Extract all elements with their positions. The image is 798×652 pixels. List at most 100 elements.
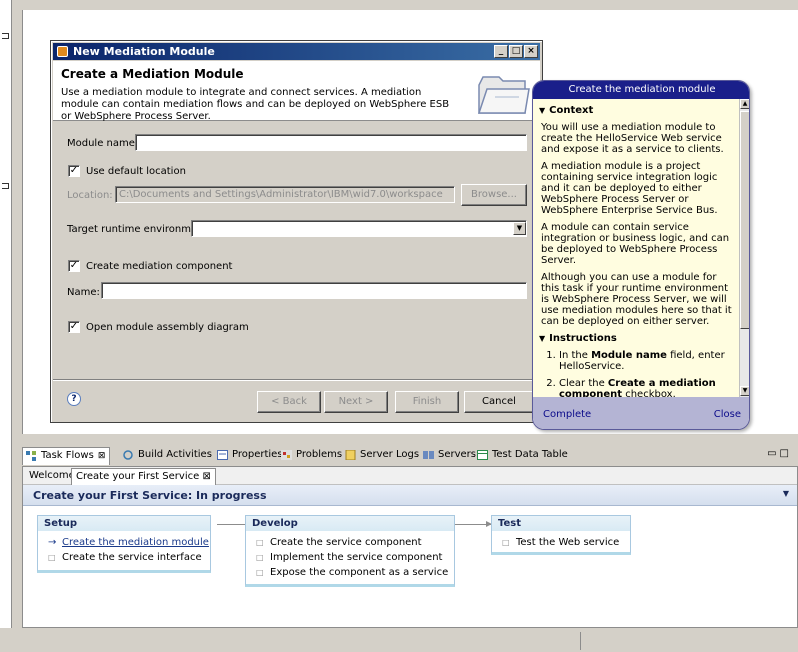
bullet-icon: □ [256,553,264,562]
tab-problems[interactable]: Problems [278,447,346,465]
open-assembly-diagram-checkbox[interactable]: ✓ [68,321,80,333]
problems-icon [281,450,292,460]
cheat-sheet-popup: Create the mediation module ▼ Context You… [532,80,750,430]
context-section-header[interactable]: ▼ Context [539,105,733,116]
servers-icon [423,451,434,459]
open-assembly-diagram-label: Open module assembly diagram [86,322,249,333]
cheat-sheet-content: ▼ Context You will use a mediation module… [533,99,739,397]
back-button: < Back [257,391,321,413]
complete-link[interactable]: Complete [543,409,591,420]
help-icon[interactable]: ? [67,392,81,406]
maximize-button[interactable]: □ [509,45,523,58]
fold-marker-icon [2,33,9,39]
minimize-button[interactable]: _ [494,45,508,58]
close-link[interactable]: Close [714,409,741,420]
new-mediation-module-dialog: New Mediation Module _ □ × Create a Medi… [50,40,543,423]
next-button: Next > [324,391,388,413]
subtab-create-first-service[interactable]: Create your First Service ⊠ [71,468,216,485]
dialog-body: Module name: ✓ Use default location Loca… [53,122,540,377]
scroll-down-icon[interactable]: ▼ [740,386,749,396]
stage-develop-card: Develop □ Create the service component □ I… [245,515,455,587]
progress-header: Create your First Service: In progress ▼ [23,485,797,506]
fold-marker-icon [2,183,9,189]
context-paragraph: Although you can use a module for this t… [541,272,732,327]
server-logs-icon [345,450,356,460]
close-button[interactable]: × [524,45,538,58]
stage-title: Setup [38,516,210,531]
location-input: C:\Documents and Settings\Administrator\… [115,186,455,203]
progress-title: Create your First Service: In progress [33,489,267,502]
bullet-icon: □ [48,553,56,562]
wizard-app-icon [57,46,68,57]
instructions-section-header[interactable]: ▼ Instructions [539,333,733,344]
dialog-titlebar[interactable]: New Mediation Module _ □ × [53,43,540,60]
bullet-icon: □ [502,538,510,547]
list-item[interactable]: □ Create the service interface [48,550,210,565]
list-item[interactable]: → Create the mediation module [48,535,210,550]
list-item[interactable]: □ Test the Web service [502,535,630,550]
module-name-label: Module name: [67,138,139,149]
dialog-separator [53,379,540,381]
target-runtime-select[interactable] [191,220,527,237]
name-label: Name: [67,287,100,298]
list-item[interactable]: □ Implement the service component [256,550,454,565]
use-default-location-checkbox[interactable]: ✓ [68,165,80,177]
properties-icon [217,450,228,460]
minimize-maximize-icon[interactable]: ▭□ [767,448,792,459]
close-tab-icon[interactable]: ⊠ [202,471,210,482]
tab-build-activities[interactable]: Build Activities [120,447,216,465]
finish-button: Finish [395,391,459,413]
close-tab-icon[interactable]: ⊠ [98,451,106,461]
context-paragraph: You will use a mediation module to creat… [541,122,724,155]
tab-properties[interactable]: Properties [214,447,287,465]
stage-title: Develop [246,516,454,531]
scrollbar-thumb[interactable] [740,111,749,329]
cancel-button[interactable]: Cancel [464,391,534,413]
stage-setup-card: Setup → Create the mediation module □ Crea… [37,515,211,573]
dialog-heading: Create a Mediation Module [61,67,244,81]
folder-wizard-icon [477,76,530,114]
dialog-description: Use a mediation module to integrate and … [61,87,450,122]
scroll-up-icon[interactable]: ▲ [740,99,749,109]
collapse-triangle-icon: ▼ [539,334,546,343]
use-default-location-label: Use default location [86,166,186,177]
dialog-title: New Mediation Module [73,45,215,58]
location-label: Location: [67,190,113,201]
workbench-left-strip [0,0,12,628]
tab-test-data-table[interactable]: Test Data Table [474,447,572,465]
cheat-sheet-footer: Complete Close [533,397,749,429]
component-name-input[interactable] [101,282,527,299]
list-item[interactable]: □ Expose the component as a service [256,565,454,580]
browse-button: Browse... [461,184,527,206]
context-paragraph: A module can contain service integration… [541,222,730,266]
module-name-input[interactable] [135,134,527,151]
tab-server-logs[interactable]: Server Logs [342,447,423,465]
cheat-sheet-title: Create the mediation module [533,81,749,99]
task-flow-subtabs: Welcome Create your First Service ⊠ [23,467,797,485]
context-paragraph: A mediation module is a project containi… [541,161,718,216]
build-activities-icon [123,450,133,460]
status-bar [0,628,798,652]
task-link[interactable]: Create the mediation module [62,537,209,548]
bullet-icon: □ [256,568,264,577]
list-item[interactable]: □ Create the service component [256,535,454,550]
tab-servers[interactable]: Servers [420,447,480,465]
stage-title: Test [492,516,630,531]
instruction-step: Clear the Create a mediation component c… [559,378,733,397]
dialog-header: Create a Mediation Module Use a mediatio… [53,61,540,122]
create-mediation-component-checkbox[interactable]: ✓ [68,260,80,272]
bullet-icon: □ [256,538,264,547]
cheat-sheet-scrollbar[interactable]: ▲ ▼ [739,99,749,397]
task-flows-panel: Welcome Create your First Service ⊠ Crea… [22,466,798,628]
chevron-down-icon[interactable]: ▼ [513,222,526,235]
chevron-down-icon[interactable]: ▼ [783,489,789,498]
instruction-step: In the Module name field, enter HelloSer… [559,350,733,372]
test-data-table-icon [477,450,488,460]
panel-tab-bar: Task Flows ⊠ Build Activities Properties … [22,444,798,466]
task-flows-icon [26,451,36,461]
stage-test-card: Test □ Test the Web service [491,515,631,555]
tab-task-flows[interactable]: Task Flows ⊠ [22,447,111,465]
target-runtime-label: Target runtime environment: [67,224,211,235]
create-mediation-component-label: Create mediation component [86,261,233,272]
current-step-arrow-icon: → [48,537,57,548]
